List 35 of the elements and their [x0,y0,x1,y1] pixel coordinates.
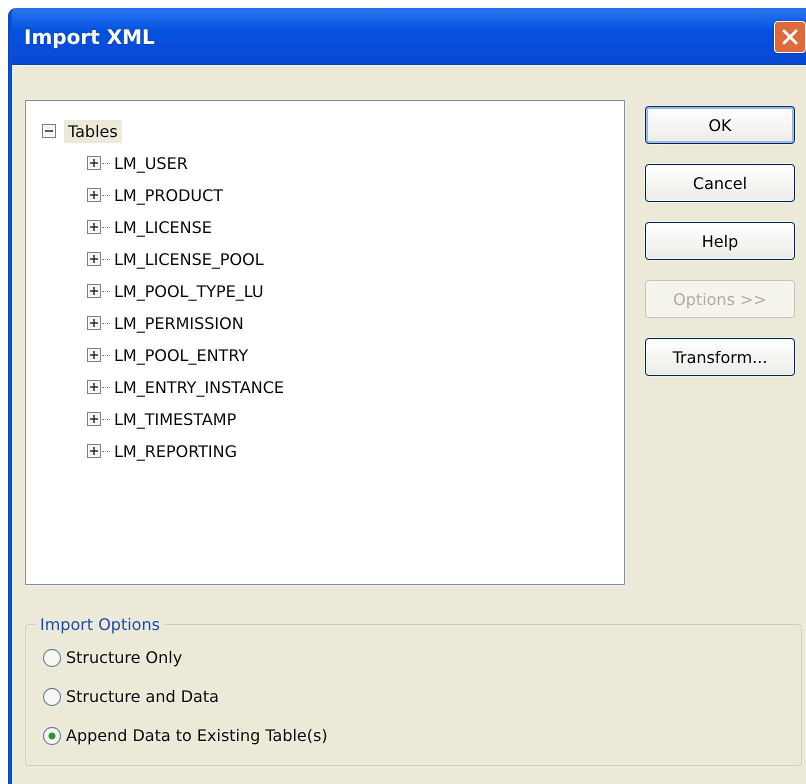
radio-label[interactable]: Append Data to Existing Table(s) [66,726,328,745]
window-title: Import XML [24,24,155,48]
radio-button[interactable] [42,726,62,746]
expand-icon[interactable] [87,316,101,330]
tree-item[interactable]: LM_REPORTING [110,440,241,462]
tree-item[interactable]: LM_PERMISSION [110,312,248,334]
dialog-button[interactable]: Cancel [645,164,795,202]
radio-label[interactable]: Structure and Data [66,687,219,706]
tree-item[interactable]: LM_ENTRY_INSTANCE [110,376,288,398]
radio-button[interactable] [42,686,62,706]
radio-button[interactable] [42,648,62,668]
group-title: Import Options [39,615,161,634]
dialog-button[interactable]: Help [645,222,795,260]
expand-icon[interactable] [87,284,101,298]
dialog-button[interactable]: OK [645,106,795,144]
expand-icon[interactable] [87,348,101,362]
dialog-button[interactable]: Transform... [645,338,795,376]
expand-icon[interactable] [87,380,101,394]
expand-icon[interactable] [87,412,101,426]
tree-item[interactable]: LM_PRODUCT [110,184,228,206]
expand-icon[interactable] [87,188,101,202]
tree-item[interactable]: Tables [64,120,122,142]
expand-icon[interactable] [87,252,101,266]
tree-item[interactable]: LM_TIMESTAMP [110,408,240,430]
expand-icon[interactable] [87,444,101,458]
tree-item[interactable]: LM_USER [110,152,192,174]
radio-label[interactable]: Structure Only [66,648,182,667]
expand-icon[interactable] [87,156,101,170]
close-button[interactable] [774,20,806,52]
collapse-icon[interactable] [42,124,56,138]
expand-icon[interactable] [87,220,101,234]
tree-item[interactable]: LM_POOL_ENTRY [110,344,252,366]
tree-item[interactable]: LM_LICENSE_POOL [110,248,268,270]
tree-item[interactable]: LM_LICENSE [110,216,216,238]
tree-item[interactable]: LM_POOL_TYPE_LU [110,280,268,302]
